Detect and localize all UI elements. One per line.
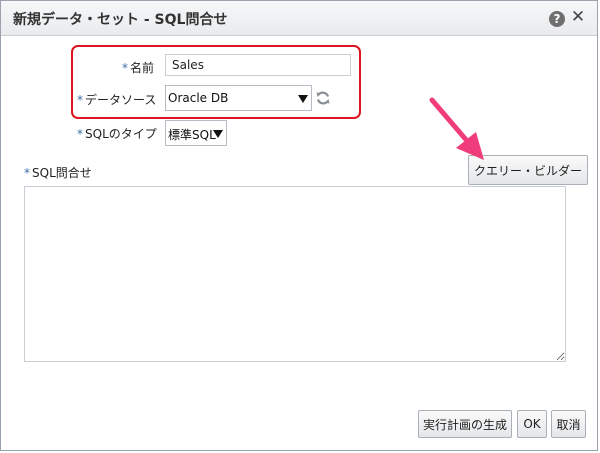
sql-query-textarea[interactable] bbox=[24, 186, 566, 362]
sql-query-label: * SQL問合せ bbox=[24, 164, 92, 181]
required-mark: * bbox=[24, 166, 30, 180]
dialog-title: 新規データ・セット - SQL問合せ bbox=[13, 12, 228, 28]
cancel-button[interactable]: 取消 bbox=[551, 410, 586, 438]
explain-plan-button[interactable]: 実行計画の生成 bbox=[418, 410, 512, 438]
title-bar: 新規データ・セット - SQL問合せ ? ✕ bbox=[1, 1, 597, 36]
sqltype-label-text: SQLのタイプ bbox=[85, 127, 157, 141]
sql-query-label-text: SQL問合せ bbox=[32, 166, 92, 180]
sqltype-selected-value: 標準SQL bbox=[168, 128, 216, 142]
required-mark: * bbox=[77, 127, 83, 141]
dialog: 新規データ・セット - SQL問合せ ? ✕ *名前 *データソース Oracl… bbox=[0, 0, 598, 451]
help-icon[interactable]: ? bbox=[549, 11, 565, 27]
sqltype-select[interactable]: 標準SQL bbox=[165, 120, 227, 146]
highlight-box bbox=[71, 45, 361, 119]
close-icon[interactable]: ✕ bbox=[570, 8, 586, 26]
ok-button[interactable]: OK bbox=[517, 410, 547, 438]
dropdown-arrow-icon bbox=[213, 130, 223, 138]
annotation-arrow-icon bbox=[429, 97, 484, 160]
sqltype-label: * SQLのタイプ bbox=[77, 125, 157, 142]
